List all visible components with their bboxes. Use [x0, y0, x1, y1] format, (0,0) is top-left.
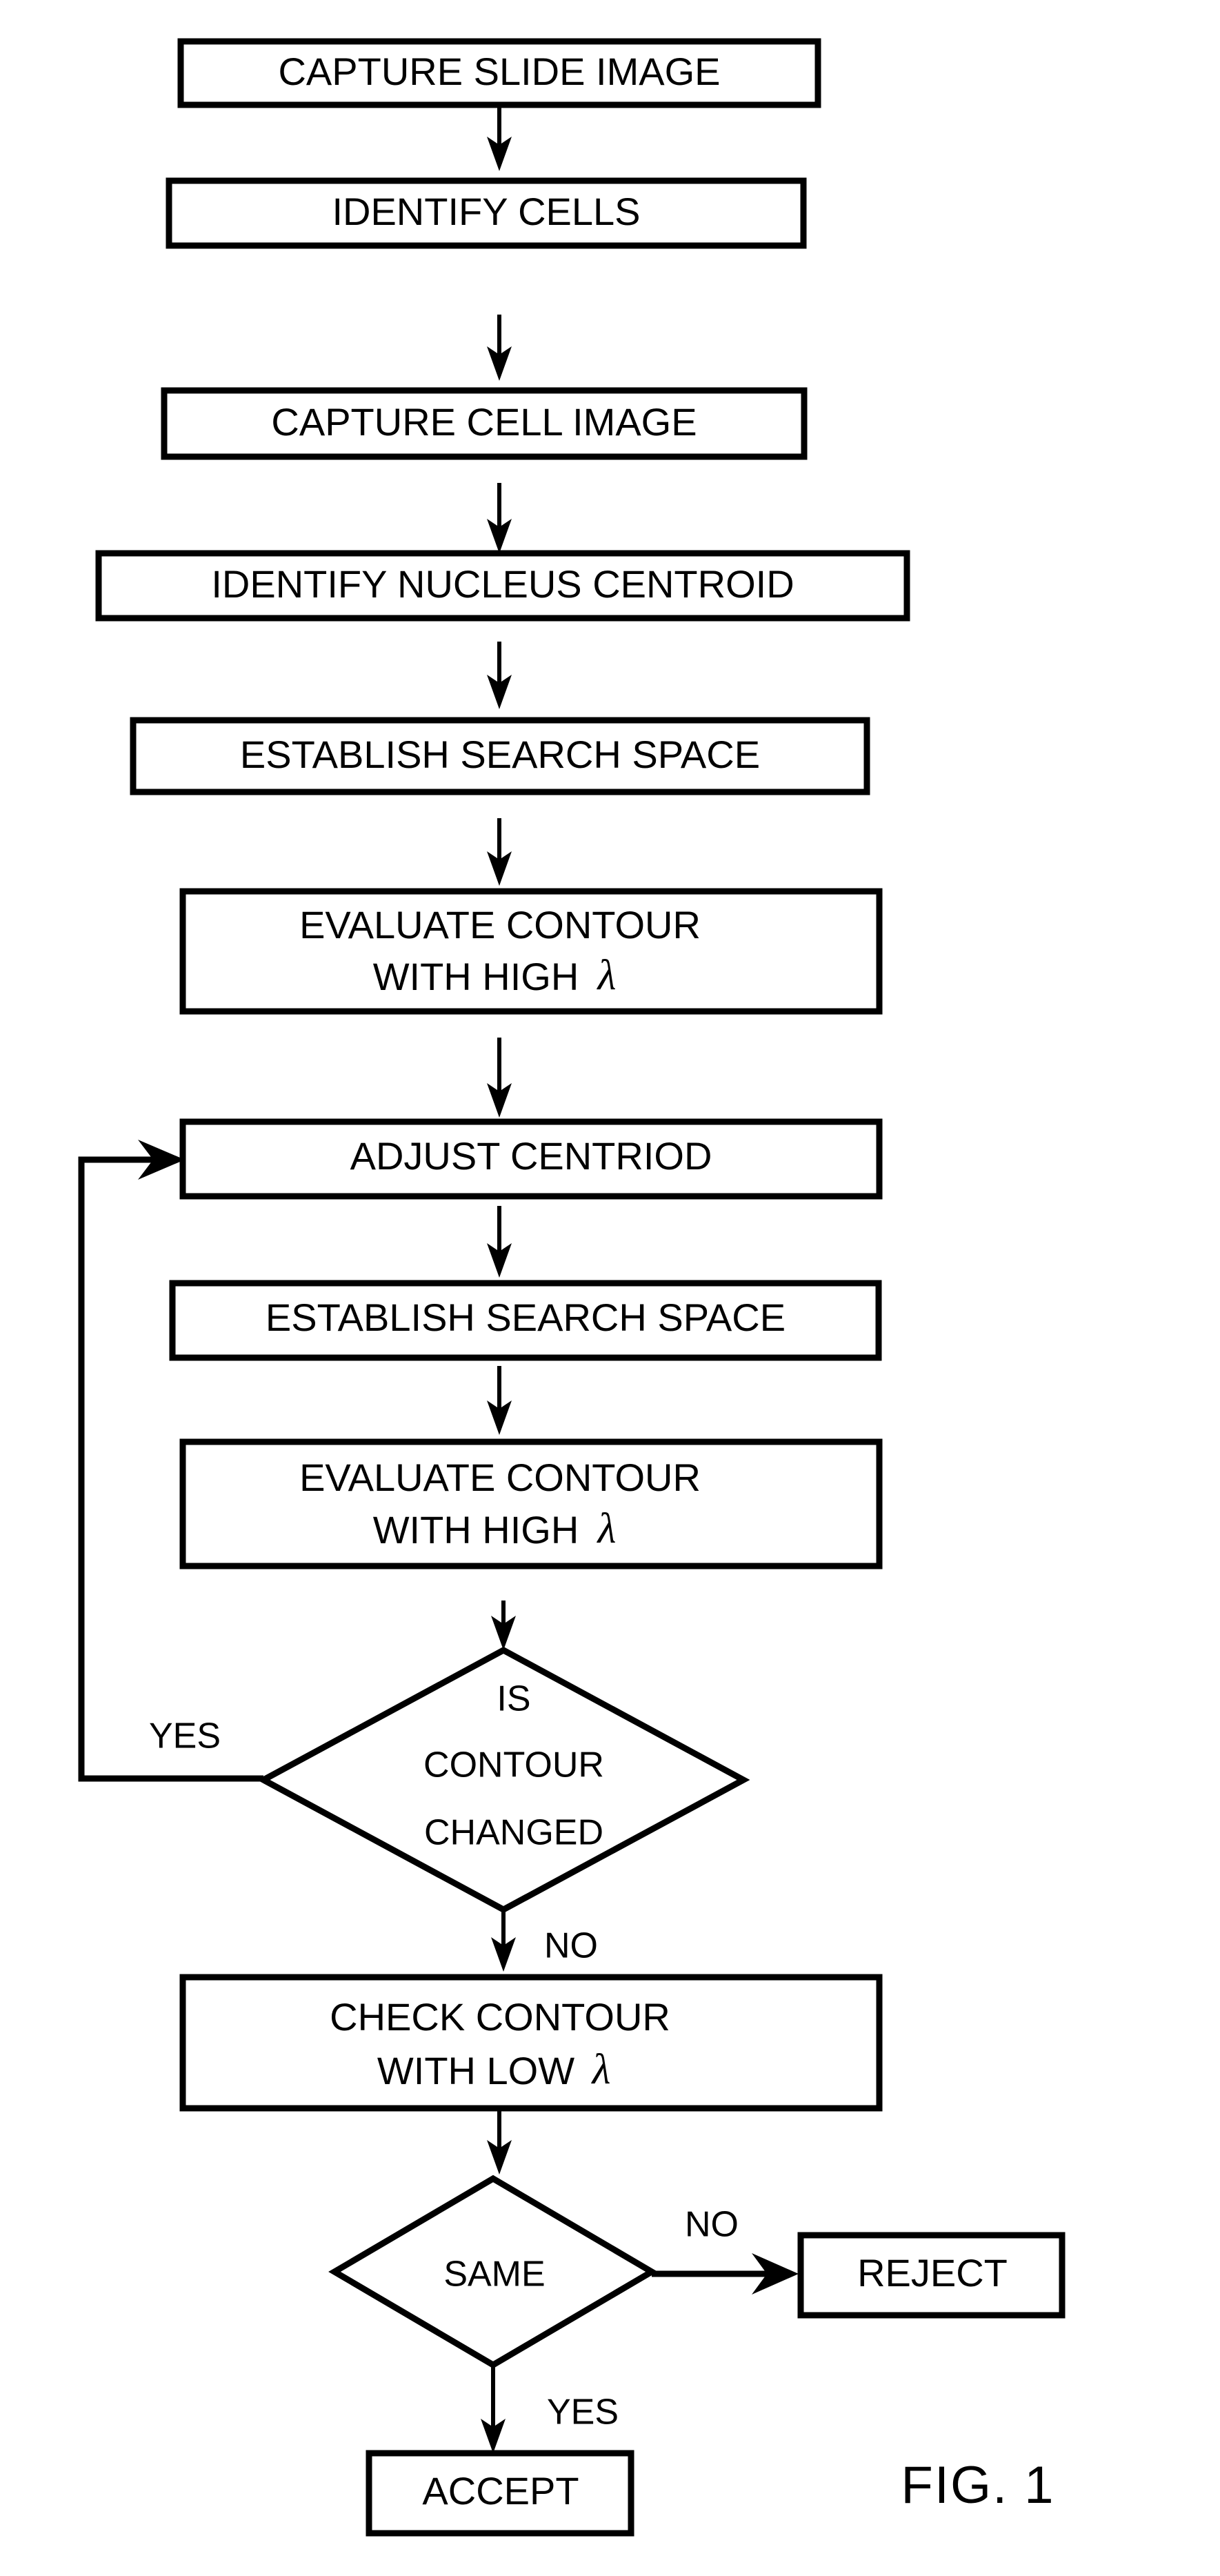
figure-page: CAPTURE SLIDE IMAGE IDENTIFY CELLS CAPTU…	[0, 0, 1220, 2576]
node-decision-is-contour-changed-line3: CHANGED	[424, 1813, 603, 1853]
node-reject[interactable]: REJECT	[797, 2232, 1066, 2319]
node-identify-nucleus-centroid-label: IDENTIFY NUCLEUS CENTROID	[211, 562, 794, 606]
connector-identify-nucleus-to-establish-search-1	[487, 642, 512, 709]
connector-evaluate-contour-1-to-adjust-centriod	[487, 1038, 512, 1118]
node-capture-cell-image[interactable]: CAPTURE CELL IMAGE	[161, 387, 808, 460]
node-reject-label: REJECT	[857, 2251, 1008, 2295]
connector-capture-cell-to-identify-nucleus	[487, 483, 512, 553]
node-evaluate-contour-1[interactable]: EVALUATE CONTOUR WITH HIGH λ	[179, 888, 883, 1015]
node-evaluate-contour-1-line2: WITH HIGH	[373, 955, 579, 998]
node-establish-search-space-2[interactable]: ESTABLISH SEARCH SPACE	[169, 1280, 882, 1361]
node-identify-cells[interactable]: IDENTIFY CELLS	[166, 177, 807, 249]
node-establish-search-space-1[interactable]: ESTABLISH SEARCH SPACE	[130, 717, 870, 795]
edge-label-yes-to-accept: YES	[547, 2392, 619, 2433]
connector-adjust-centriod-to-establish-search-2	[487, 1206, 512, 1278]
node-decision-same[interactable]: SAME	[328, 2174, 658, 2369]
connector-decision-same-yes-to-accept	[481, 2363, 506, 2453]
node-capture-cell-image-label: CAPTURE CELL IMAGE	[271, 400, 697, 444]
figure-caption: FIG. 1	[901, 2456, 1054, 2515]
node-capture-slide-image-label: CAPTURE SLIDE IMAGE	[278, 50, 720, 93]
node-check-contour-line1: CHECK CONTOUR	[330, 1995, 670, 2039]
node-establish-search-space-1-label: ESTABLISH SEARCH SPACE	[240, 733, 760, 776]
node-evaluate-contour-2[interactable]: EVALUATE CONTOUR WITH HIGH λ	[179, 1438, 883, 1569]
connector-capture-slide-to-identify-cells	[487, 105, 512, 171]
node-evaluate-contour-2-line2: WITH HIGH	[373, 1508, 579, 1552]
node-identify-cells-label: IDENTIFY CELLS	[332, 190, 640, 233]
connector-evaluate-contour-2-to-decision-contour-changed	[491, 1601, 516, 1650]
flowchart-canvas: CAPTURE SLIDE IMAGE IDENTIFY CELLS CAPTU…	[78, 38, 1066, 2537]
node-decision-is-contour-changed[interactable]: IS CONTOUR CHANGED	[257, 1646, 750, 1914]
connector-decision-same-no-to-reject	[652, 2253, 799, 2295]
connector-check-contour-to-decision-same	[487, 2111, 512, 2174]
node-capture-slide-image[interactable]: CAPTURE SLIDE IMAGE	[177, 38, 821, 108]
edge-label-no-to-reject: NO	[685, 2205, 739, 2245]
node-adjust-centriod[interactable]: ADJUST CENTRIOD	[179, 1118, 883, 1200]
node-check-contour[interactable]: CHECK CONTOUR WITH LOW λ	[179, 1974, 883, 2112]
node-establish-search-space-2-label: ESTABLISH SEARCH SPACE	[266, 1296, 786, 1339]
node-evaluate-contour-2-line1: EVALUATE CONTOUR	[299, 1456, 701, 1499]
node-decision-is-contour-changed-line1: IS	[497, 1679, 530, 1719]
node-accept[interactable]: ACCEPT	[366, 2450, 634, 2537]
node-adjust-centriod-label: ADJUST CENTRIOD	[350, 1134, 712, 1178]
connector-establish-search-2-to-evaluate-contour-2	[487, 1366, 512, 1435]
connector-decision-no-to-check-contour	[491, 1910, 516, 1972]
node-check-contour-line2: WITH LOW	[377, 2049, 574, 2092]
node-accept-label: ACCEPT	[422, 2469, 579, 2513]
node-identify-nucleus-centroid[interactable]: IDENTIFY NUCLEUS CENTROID	[95, 550, 910, 622]
connector-establish-search-1-to-evaluate-contour-1	[487, 818, 512, 886]
node-check-contour-lambda-symbol: λ	[591, 2046, 611, 2093]
edge-label-yes-loop: YES	[149, 1716, 221, 1756]
connector-identify-cells-to-capture-cell	[487, 315, 512, 381]
node-evaluate-contour-2-lambda-symbol: λ	[597, 1505, 617, 1552]
node-evaluate-contour-1-line1: EVALUATE CONTOUR	[299, 903, 701, 947]
edge-label-no-to-check-contour: NO	[544, 1926, 598, 1966]
node-evaluate-contour-1-lambda-symbol: λ	[597, 952, 617, 999]
node-decision-is-contour-changed-line2: CONTOUR	[423, 1745, 604, 1785]
node-decision-same-label: SAME	[443, 2255, 545, 2295]
